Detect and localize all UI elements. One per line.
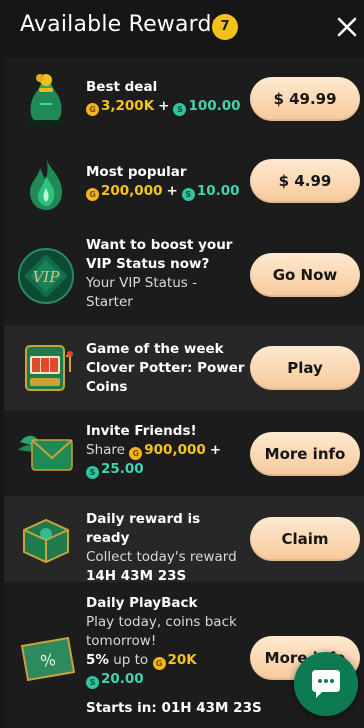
reward-text: Invite Friends! Share G 900,000 + S 25.00 <box>86 422 250 479</box>
svg-text:VIP: VIP <box>33 268 61 286</box>
chat-bubble-icon <box>312 670 340 698</box>
sweep-amount: 25.00 <box>101 461 144 477</box>
gold-coin-icon: G <box>86 188 99 201</box>
sweep-coin-icon: S <box>86 466 99 479</box>
gold-amount: 900,000 <box>144 442 206 458</box>
gold-coin-icon: G <box>129 447 143 460</box>
reward-title: Daily PlayBack <box>86 595 198 611</box>
reward-text: Daily PlayBack Play today, coins back to… <box>86 594 262 718</box>
reward-subtitle: Collect today's reward <box>86 549 237 565</box>
reward-text: Game of the week Clover Potter: Power Co… <box>86 340 246 397</box>
reward-row-invite-friends: Invite Friends! Share G 900,000 + S 25.00 M… <box>4 410 364 496</box>
rewards-count-badge: 7 <box>212 14 238 40</box>
rewards-panel: Available Rewards 7 Best deal G 3,200K + S 1… <box>0 0 364 728</box>
slot-machine-icon <box>25 345 73 391</box>
share-label: Share <box>86 442 125 458</box>
flame-icon <box>30 158 62 210</box>
sweep-coin-icon: S <box>181 188 195 201</box>
close-icon <box>337 17 357 37</box>
gold-amount: 200,000 <box>101 183 163 199</box>
reward-title: Invite Friends! <box>86 423 197 439</box>
reward-title: Daily reward is ready <box>86 511 201 546</box>
reward-title: Best deal <box>86 79 158 95</box>
sweep-amount: 20.00 <box>101 671 144 687</box>
reward-row-most-popular: Most popular G 200,000 + S 10.00 $ 4.99 <box>4 144 364 228</box>
sweep-coin-icon: S <box>173 103 187 116</box>
reward-row-vip-status: VIP Want to boost your VIP Status now? Y… <box>4 228 364 326</box>
reward-title: Want to boost your VIP Status now? <box>86 237 233 272</box>
reward-amounts-second: S 20.00 <box>86 670 246 689</box>
buy-4-99-button[interactable]: $ 4.99 <box>250 159 360 203</box>
gold-coin-icon: G <box>86 103 99 116</box>
reward-title: Game of the week Clover Potter: Power Co… <box>86 341 245 395</box>
reward-amounts: 5% up to G 20K <box>86 651 246 670</box>
reward-amounts-second: S 25.00 <box>86 460 250 479</box>
reward-title: Most popular <box>86 164 187 180</box>
gold-amount: 20K <box>167 652 197 668</box>
reward-text: Daily reward is ready Collect today's re… <box>86 510 246 586</box>
reward-amounts: G 200,000 + S 10.00 <box>86 182 246 201</box>
plus-sign: + <box>158 98 170 114</box>
close-button[interactable] <box>334 14 360 40</box>
reward-amounts: Share G 900,000 + <box>86 441 250 460</box>
reward-subtitle: Your VIP Status - Starter <box>86 275 197 310</box>
reward-text: Most popular G 200,000 + S 10.00 <box>86 163 246 201</box>
starts-in-timer: Starts in: 01H 43M 23S <box>86 700 262 716</box>
reward-row-best-deal: Best deal G 3,200K + S 100.00 $ 49.99 <box>4 58 364 144</box>
buy-49-99-button[interactable]: $ 49.99 <box>250 77 360 121</box>
up-to-label: up to <box>113 652 149 668</box>
money-bag-icon <box>26 74 66 126</box>
winged-envelope-icon <box>18 435 73 471</box>
percent-value: 5% <box>86 652 109 668</box>
claim-button[interactable]: Claim <box>250 517 360 561</box>
svg-text:%: % <box>39 650 57 671</box>
reward-subtitle: Play today, coins back tomorrow! <box>86 614 237 649</box>
reward-row-game-of-week: Game of the week Clover Potter: Power Co… <box>4 326 364 410</box>
gold-coin-icon: G <box>152 657 166 670</box>
vip-gem-icon: VIP <box>18 248 74 304</box>
plus-sign: + <box>166 183 178 199</box>
plus-sign: + <box>209 442 222 458</box>
reward-amounts: G 3,200K + S 100.00 <box>86 97 246 116</box>
go-now-button[interactable]: Go Now <box>250 253 360 297</box>
sweep-amount: 10.00 <box>196 183 240 199</box>
sweep-coin-icon: S <box>86 676 99 689</box>
gift-box-icon <box>23 518 69 564</box>
reward-text: Want to boost your VIP Status now? Your … <box>86 236 246 312</box>
reward-row-daily-reward: Daily reward is ready Collect today's re… <box>4 496 364 584</box>
chat-button[interactable] <box>294 652 358 716</box>
sweep-amount: 100.00 <box>188 98 241 114</box>
rewards-header: Available Rewards 7 <box>0 0 364 56</box>
percent-ticket-icon: % <box>20 636 76 682</box>
page-title: Available Rewards <box>20 12 224 37</box>
reward-text: Best deal G 3,200K + S 100.00 <box>86 78 246 116</box>
gold-amount: 3,200K <box>101 98 155 114</box>
invite-more-info-button[interactable]: More info <box>250 432 360 476</box>
play-button[interactable]: Play <box>250 346 360 390</box>
